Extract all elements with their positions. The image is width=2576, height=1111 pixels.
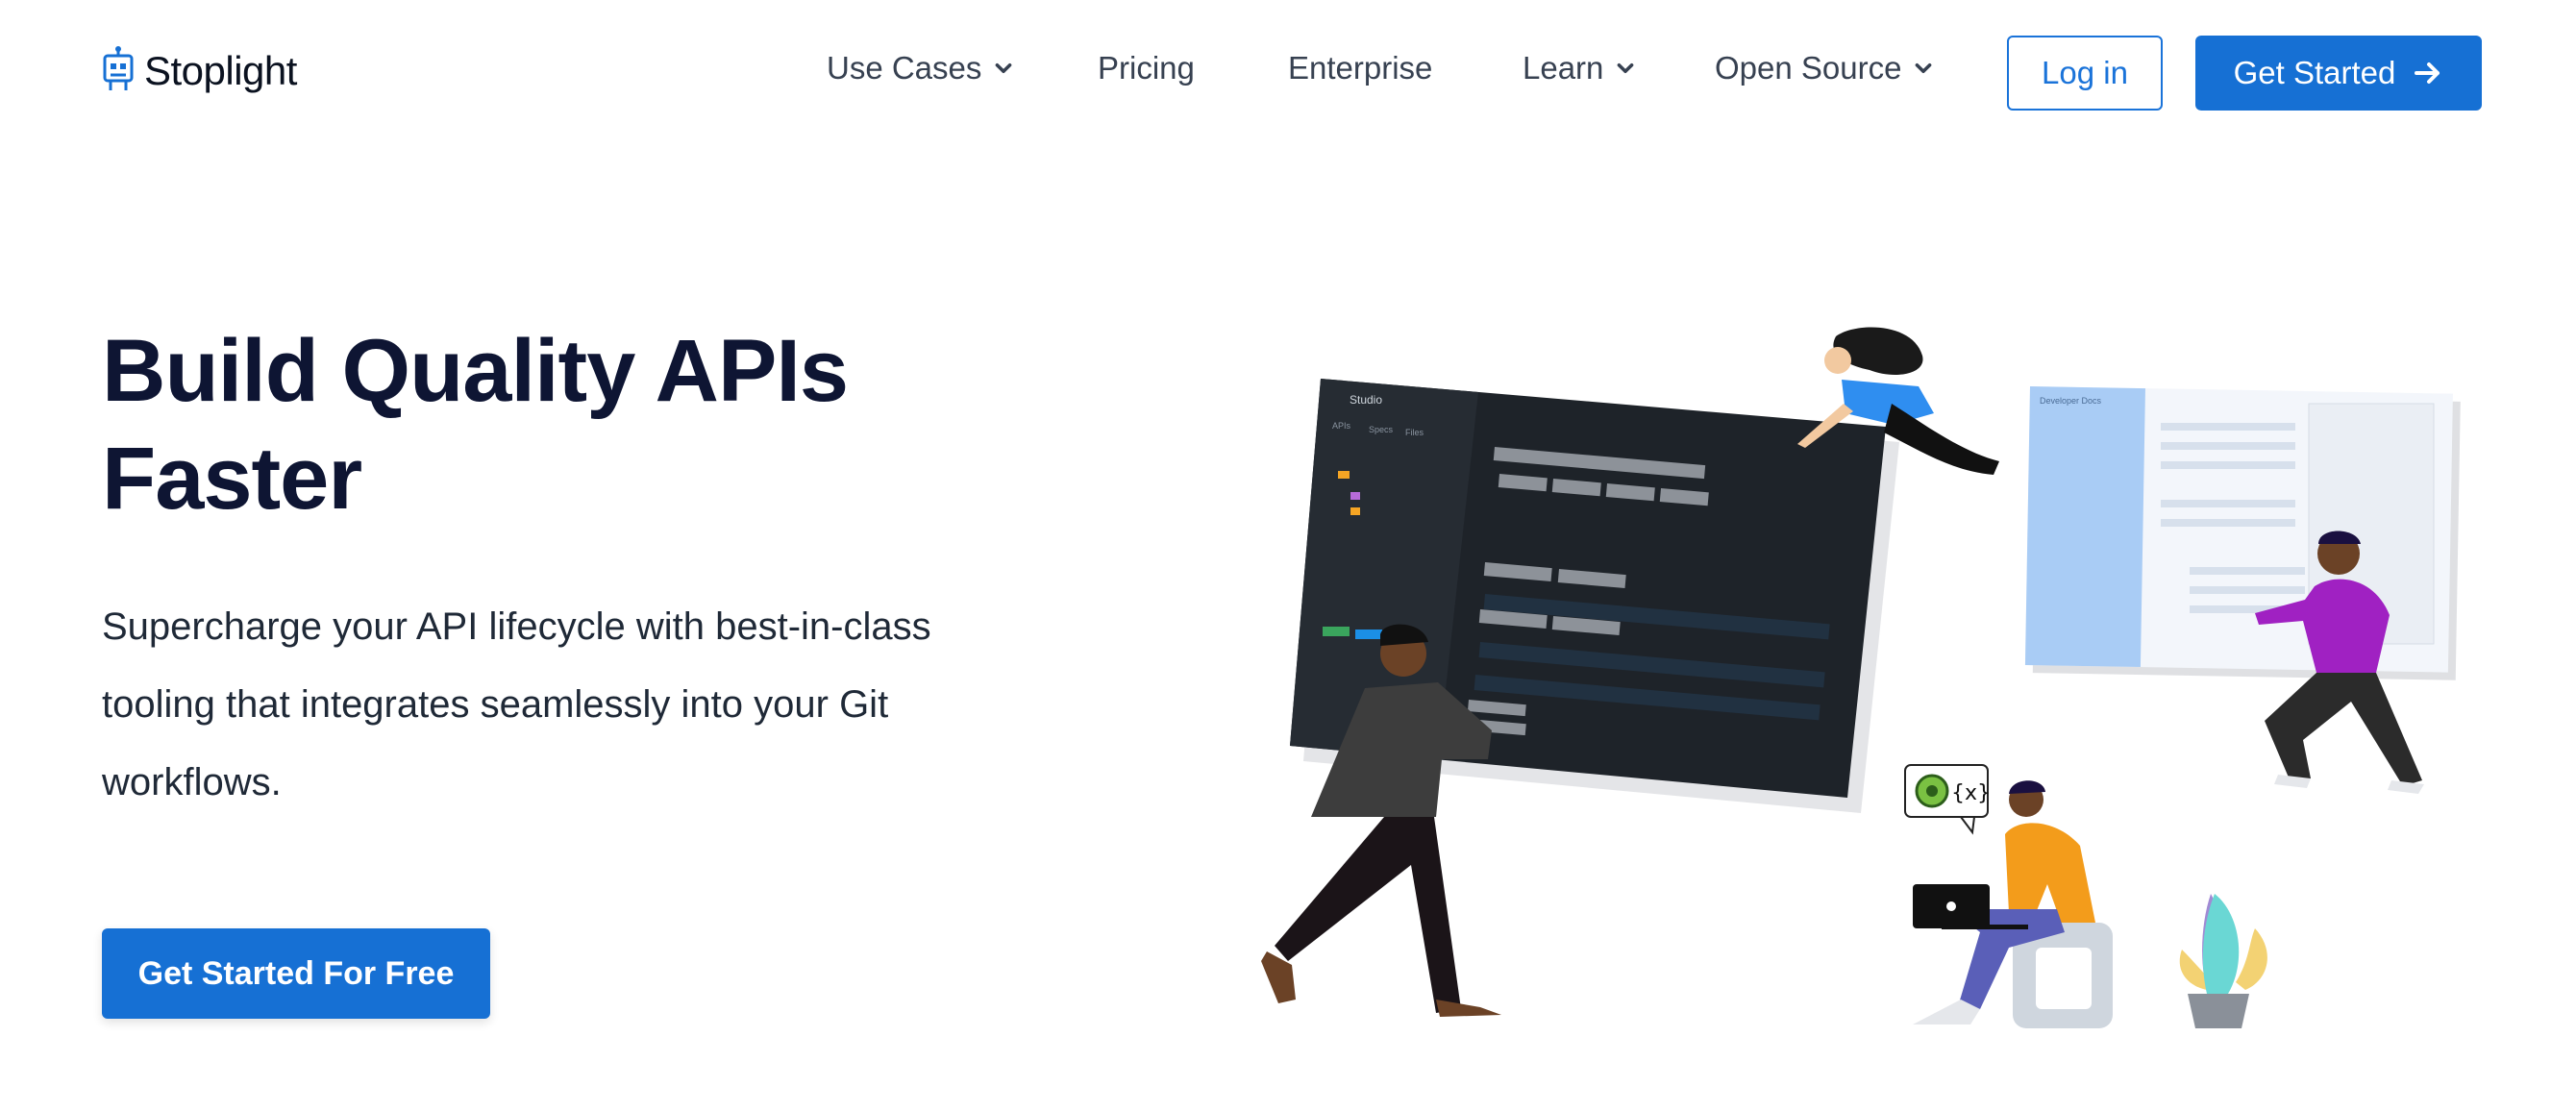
docs-title: Developer Docs <box>2040 396 2102 406</box>
nav-label: Enterprise <box>1288 50 1433 86</box>
chevron-down-icon <box>1916 62 1932 74</box>
chevron-down-icon <box>996 62 1012 74</box>
get-started-button[interactable]: Get Started <box>2195 36 2482 111</box>
hero-subtitle-line: Supercharge your API lifecycle with best… <box>102 605 931 648</box>
hero-subtitle-line: tooling that integrates seamlessly into … <box>102 683 889 726</box>
nav-label: Open Source <box>1715 50 1902 86</box>
hero-subtitle: Supercharge your API lifecycle with best… <box>102 588 1073 822</box>
nav-learn[interactable]: Learn <box>1523 50 1636 86</box>
nav-pricing[interactable]: Pricing <box>1098 50 1195 86</box>
hero-title-line: Build Quality APIs <box>102 322 849 420</box>
login-button[interactable]: Log in <box>2007 36 2163 111</box>
robot-icon <box>103 46 134 90</box>
nav-label: Pricing <box>1098 50 1195 86</box>
studio-tab: Files <box>1405 428 1424 437</box>
nav-label: Learn <box>1523 50 1604 86</box>
nav-use-cases[interactable]: Use Cases <box>827 50 1014 86</box>
bubble-text: {x} <box>1951 781 1991 805</box>
get-started-label: Get Started <box>2233 55 2396 90</box>
person-laptop: {x} <box>1904 764 2113 1028</box>
plant <box>2179 894 2267 1028</box>
site-header: Stoplight Use Cases Pricing Enterprise L… <box>0 0 2576 144</box>
hero-title-line: Faster <box>102 430 362 528</box>
studio-tab: Specs <box>1369 425 1394 434</box>
logo-text: Stoplight <box>144 48 297 93</box>
nav-enterprise[interactable]: Enterprise <box>1288 50 1432 86</box>
hero-subtitle-line: workflows. <box>102 761 282 803</box>
chevron-down-icon <box>1618 62 1634 74</box>
docs-window: Developer Docs <box>2024 386 2461 680</box>
get-started-free-button[interactable]: Get Started For Free <box>102 928 490 1019</box>
studio-tab: APIs <box>1332 421 1351 431</box>
logo[interactable]: Stoplight <box>102 46 297 96</box>
hero-illustration: Studio APIs Specs Files Developer Docs {… <box>1261 327 2461 1028</box>
nav-label: Use Cases <box>827 50 982 86</box>
studio-title: Studio <box>1350 393 1382 407</box>
arrow-right-icon <box>2415 62 2440 84</box>
hero-title: Build Quality APIs Faster <box>102 317 1063 532</box>
nav-open-source[interactable]: Open Source <box>1715 50 1934 86</box>
